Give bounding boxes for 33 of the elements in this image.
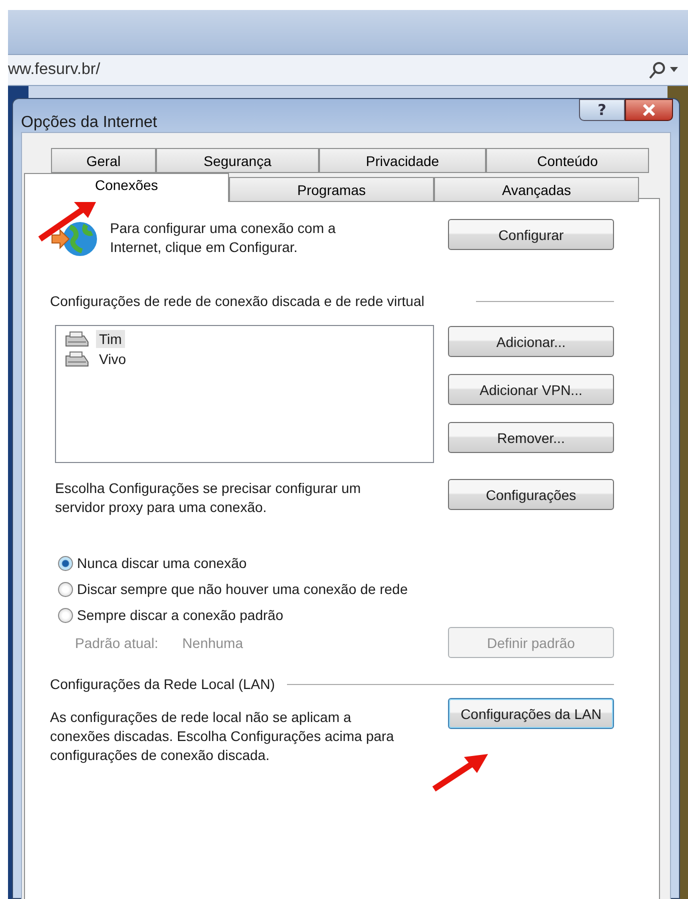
settings-button[interactable]: Configurações [448,479,614,510]
radio-option[interactable]: Nunca discar uma conexão [58,555,614,571]
connection-button[interactable]: Adicionar VPN... [448,374,614,405]
configure-button[interactable]: Configurar [448,219,614,250]
tab[interactable]: Conteúdo [486,148,649,173]
lan-description: As configurações de rede local não se aplicam a conexões discadas. Escolha Configurações acima para configurações de conexão discada. [50,708,395,765]
connection-item[interactable]: Vivo [62,350,427,368]
current-default-label: Padrão atual: [75,634,158,650]
arrow-annotation [432,752,490,792]
close-button[interactable] [625,99,673,121]
lan-settings-button[interactable]: Configurações da LAN [448,698,614,729]
connection-item[interactable]: Tim [62,330,427,348]
tab[interactable]: Segurança [156,148,319,173]
connection-button[interactable]: Adicionar... [448,326,614,357]
section-heading: Configurações da Rede Local (LAN) [50,676,275,692]
section-heading: Configurações de rede de conexão discada e de rede virtual [50,293,424,309]
tab[interactable]: Geral [51,148,156,173]
radio-option[interactable]: Sempre discar a conexão padrão [58,607,614,623]
address-bar[interactable]: ww.fesurv.br/ [8,54,688,86]
tab[interactable]: Programas [229,177,434,202]
connection-button[interactable]: Remover... [448,422,614,453]
current-default-value: Nenhuma [182,634,243,650]
radio-option[interactable]: Discar sempre que não houver uma conexão de rede [58,581,614,597]
window-title: Opções da Internet [21,114,158,132]
help-button[interactable]: ? [579,99,625,121]
proxy-description: Escolha Configurações se precisar configurar um servidor proxy para uma conexão. [55,479,362,517]
url-text: ww.fesurv.br/ [8,61,100,79]
tab[interactable]: Avançadas [434,177,639,202]
close-icon [641,104,657,116]
setup-description: Para configurar uma conexão com a Internet, clique em Configurar. [110,219,337,257]
tab[interactable]: Privacidade [319,148,486,173]
connections-list[interactable]: Tim Vivo [55,325,434,463]
tab[interactable]: Conexões [24,173,229,202]
